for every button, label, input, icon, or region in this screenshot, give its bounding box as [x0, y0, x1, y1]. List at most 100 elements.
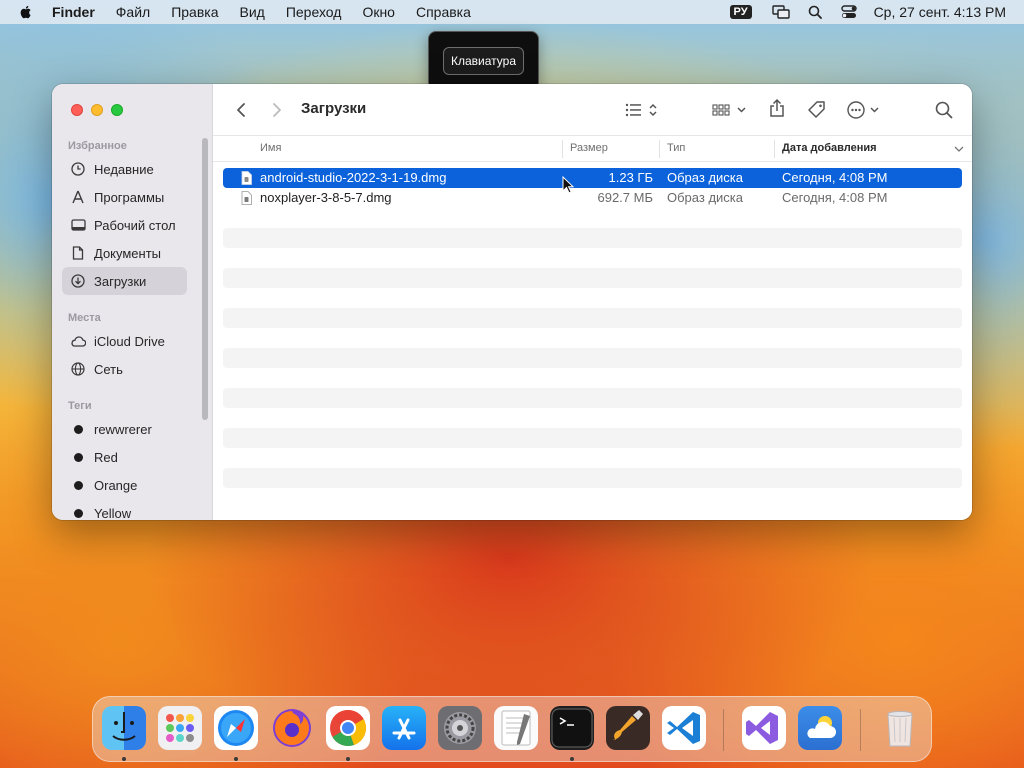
- window-title: Загрузки: [301, 100, 367, 117]
- grid-view-icon: [712, 104, 746, 116]
- sidebar-item-recents[interactable]: Недавние: [62, 155, 187, 183]
- sidebar-item-icloud-drive[interactable]: iCloud Drive: [62, 327, 187, 355]
- network-icon: [70, 361, 86, 377]
- desktop-icon: [70, 217, 86, 233]
- column-header-kind[interactable]: Тип: [667, 142, 685, 154]
- sidebar-tag-red[interactable]: Red: [62, 443, 187, 471]
- trash-dock-icon[interactable]: [878, 706, 922, 750]
- empty-row: [223, 328, 962, 348]
- menu-help[interactable]: Справка: [416, 4, 471, 20]
- file-date-added: Сегодня, 4:08 PM: [782, 190, 888, 205]
- zoom-window-button[interactable]: [111, 104, 123, 116]
- minimize-window-button[interactable]: [91, 104, 103, 116]
- input-source-indicator[interactable]: РУ: [729, 5, 752, 19]
- terminal-dock-icon[interactable]: [550, 706, 594, 750]
- dock: [92, 696, 932, 762]
- vscode-dock-icon[interactable]: [662, 706, 706, 750]
- close-window-button[interactable]: [71, 104, 83, 116]
- sort-chevron-icon[interactable]: [954, 146, 964, 153]
- sidebar-item-network[interactable]: Сеть: [62, 355, 187, 383]
- menu-go[interactable]: Переход: [286, 4, 342, 20]
- file-name: noxplayer-3-8-5-7.dmg: [260, 190, 392, 205]
- empty-row: [223, 308, 962, 328]
- forward-button[interactable]: [267, 98, 287, 122]
- sidebar-tag-rewwrerer[interactable]: rewwrerer: [62, 415, 187, 443]
- apple-icon[interactable]: [18, 4, 34, 20]
- sidebar-item-label: Недавние: [94, 161, 154, 177]
- tag-color-dot: [74, 452, 83, 462]
- finder-dock-icon[interactable]: [102, 706, 146, 750]
- firefox-dock-icon[interactable]: [270, 706, 314, 750]
- sidebar-item-downloads[interactable]: Загрузки: [62, 267, 187, 295]
- file-kind: Образ диска: [667, 190, 743, 205]
- safari-dock-icon[interactable]: [214, 706, 258, 750]
- running-indicator: [234, 757, 238, 761]
- empty-row: [223, 368, 962, 388]
- sidebar-item-label: rewwrerer: [94, 421, 152, 437]
- toolbar: Загрузки: [213, 84, 972, 136]
- sidebar-tag-orange[interactable]: Orange: [62, 471, 187, 499]
- menu-clock[interactable]: Ср, 27 сент. 4:13 PM: [874, 4, 1006, 20]
- file-size: 692.7 МБ: [597, 190, 653, 205]
- empty-row: [223, 388, 962, 408]
- menu-file[interactable]: Файл: [116, 4, 150, 20]
- screen-mirroring-icon[interactable]: [771, 3, 790, 21]
- tag-color-dot: [74, 508, 83, 518]
- sidebar-item-applications[interactable]: Программы: [62, 183, 187, 211]
- chevron-left-icon: [237, 103, 245, 117]
- mouse-cursor-icon: [562, 176, 574, 194]
- sidebar-item-label: Программы: [94, 189, 165, 205]
- file-row[interactable]: android-studio-2022-3-1-19.dmg 1.23 ГБ О…: [223, 168, 962, 188]
- file-list: android-studio-2022-3-1-19.dmg 1.23 ГБ О…: [223, 168, 962, 508]
- search-button[interactable]: [933, 98, 955, 122]
- window-controls: [71, 104, 131, 116]
- menu-edit[interactable]: Правка: [171, 4, 218, 20]
- back-button[interactable]: [231, 98, 251, 122]
- tag-button[interactable]: [805, 98, 829, 122]
- column-header-size[interactable]: Размер: [570, 142, 608, 154]
- sidebar-scrollbar[interactable]: [202, 138, 208, 420]
- garageband-dock-icon[interactable]: [606, 706, 650, 750]
- file-size: 1.23 ГБ: [608, 170, 653, 185]
- more-actions-button[interactable]: [847, 98, 883, 122]
- file-row[interactable]: noxplayer-3-8-5-7.dmg 692.7 МБ Образ дис…: [223, 188, 962, 208]
- column-divider[interactable]: [774, 140, 775, 158]
- empty-row: [223, 428, 962, 448]
- view-options-button[interactable]: [621, 98, 661, 122]
- sidebar-item-label: Orange: [94, 477, 138, 493]
- sidebar-item-label: Yellow: [94, 505, 132, 521]
- finder-window: Избранное Недавние Программы Рабочий сто…: [52, 84, 972, 520]
- launchpad-dock-icon[interactable]: [158, 706, 202, 750]
- sidebar-item-label: Рабочий стол: [94, 217, 176, 233]
- system-settings-dock-icon[interactable]: [438, 706, 482, 750]
- column-header-name[interactable]: Имя: [260, 142, 281, 154]
- textedit-dock-icon[interactable]: [494, 706, 538, 750]
- sidebar-item-desktop[interactable]: Рабочий стол: [62, 211, 187, 239]
- sidebar-item-documents[interactable]: Документы: [62, 239, 187, 267]
- sidebar-tag-yellow[interactable]: Yellow: [62, 499, 187, 520]
- control-center-icon[interactable]: [840, 3, 858, 21]
- menu-window[interactable]: Окно: [362, 4, 395, 20]
- weather-dock-icon[interactable]: [798, 706, 842, 750]
- empty-row: [223, 208, 962, 228]
- empty-row: [223, 488, 962, 508]
- file-date-added: Сегодня, 4:08 PM: [782, 170, 888, 185]
- column-header-date-added[interactable]: Дата добавления: [782, 142, 877, 154]
- search-icon: [935, 101, 953, 119]
- empty-row: [223, 408, 962, 428]
- list-view-icon: [625, 103, 657, 117]
- visual-studio-dock-icon[interactable]: [742, 706, 786, 750]
- group-by-button[interactable]: [711, 98, 749, 122]
- chrome-dock-icon[interactable]: [326, 706, 370, 750]
- menu-app-name[interactable]: Finder: [52, 4, 95, 20]
- column-divider[interactable]: [659, 140, 660, 158]
- column-divider[interactable]: [562, 140, 563, 158]
- empty-row: [223, 288, 962, 308]
- empty-row: [223, 348, 962, 368]
- menu-view[interactable]: Вид: [240, 4, 265, 20]
- clock-icon: [70, 161, 86, 177]
- spotlight-search-icon[interactable]: [806, 3, 824, 21]
- dock-separator: [860, 709, 861, 751]
- app-store-dock-icon[interactable]: [382, 706, 426, 750]
- share-button[interactable]: [765, 96, 789, 120]
